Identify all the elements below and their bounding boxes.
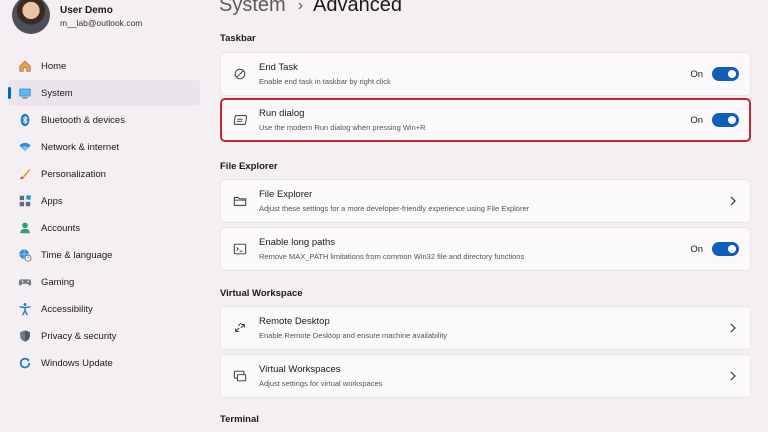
sidebar-item-gaming[interactable]: Gaming [8, 269, 200, 295]
setting-title: Enable long paths [259, 237, 336, 248]
sidebar-item-label: Windows Update [41, 357, 113, 369]
setting-card-file-explorer[interactable]: File Explorer Adjust these settings for … [220, 179, 751, 223]
setting-card-remote-desktop[interactable]: Remote Desktop Enable Remote Desktop and… [220, 306, 751, 350]
sidebar-item-label: Accounts [41, 222, 81, 234]
sidebar-item-apps[interactable]: Apps [8, 188, 200, 214]
setting-title: End Task [259, 62, 298, 73]
page-title: Advanced [313, 0, 402, 16]
sidebar-item-time-language[interactable]: Time & language [8, 242, 200, 268]
remote-desktop-icon [233, 321, 247, 335]
avatar[interactable] [12, 0, 50, 34]
brush-icon [18, 167, 32, 181]
sidebar-item-home[interactable]: Home [8, 53, 200, 79]
sidebar-item-system[interactable]: System [8, 80, 200, 106]
sidebar-item-accessibility[interactable]: Accessibility [8, 296, 200, 322]
toggle-state-label: On [690, 244, 703, 255]
section-title-virtual-workspace: Virtual Workspace [220, 288, 303, 299]
setting-card-virtual-workspaces[interactable]: Virtual Workspaces Adjust settings for v… [220, 354, 751, 398]
setting-card-end-task[interactable]: End Task Enable end task in taskbar by r… [220, 52, 751, 96]
sidebar-item-label: Privacy & security [41, 330, 117, 342]
setting-title: Remote Desktop [259, 316, 330, 327]
section-title-terminal: Terminal [220, 414, 259, 425]
sidebar-item-label: Gaming [41, 276, 75, 288]
profile-name: User Demo [60, 5, 113, 16]
setting-description: Adjust settings for virtual workspaces [259, 379, 383, 388]
chevron-right-icon [730, 323, 736, 333]
setting-card-run-dialog[interactable]: Run dialog Use the modern Run dialog whe… [220, 98, 751, 142]
setting-card-long-paths[interactable]: Enable long paths Remove MAX_PATH limita… [220, 227, 751, 271]
sidebar-item-label: Apps [41, 195, 63, 207]
home-icon [18, 59, 32, 73]
globe-clock-icon [18, 248, 32, 262]
chevron-right-icon [730, 196, 736, 206]
section-title-file-explorer: File Explorer [220, 161, 278, 172]
setting-description: Use the modern Run dialog when pressing … [259, 123, 426, 132]
nav-list: Home System Bluetooth & devices Network … [8, 53, 200, 377]
breadcrumb-separator: › [297, 0, 304, 14]
toggle-state-label: On [690, 69, 703, 80]
profile-email: m__lab@outlook.com [60, 18, 143, 28]
end-task-toggle[interactable] [712, 67, 739, 81]
setting-description: Adjust these settings for a more develop… [259, 204, 530, 213]
apps-icon [18, 194, 32, 208]
sidebar-item-personalization[interactable]: Personalization [8, 161, 200, 187]
sidebar-item-network[interactable]: Network & internet [8, 134, 200, 160]
sidebar-item-label: Personalization [41, 168, 106, 180]
sidebar-item-label: Accessibility [41, 303, 93, 315]
section-title-taskbar: Taskbar [220, 33, 256, 44]
sidebar-item-accounts[interactable]: Accounts [8, 215, 200, 241]
run-dialog-icon [233, 113, 247, 127]
toggle-state-label: On [690, 115, 703, 126]
breadcrumb-system[interactable]: System [219, 0, 286, 17]
accounts-icon [18, 221, 32, 235]
sidebar: User Demo m__lab@outlook.com Home System… [0, 0, 205, 432]
virtual-workspaces-icon [233, 369, 247, 383]
sidebar-item-bluetooth[interactable]: Bluetooth & devices [8, 107, 200, 133]
sidebar-item-privacy[interactable]: Privacy & security [8, 323, 200, 349]
sidebar-item-label: System [41, 87, 73, 99]
bluetooth-icon [18, 113, 32, 127]
accessibility-icon [18, 302, 32, 316]
system-icon [18, 86, 32, 100]
shield-icon [18, 329, 32, 343]
long-paths-toggle[interactable] [712, 242, 739, 256]
setting-title: Run dialog [259, 108, 305, 119]
update-icon [18, 356, 32, 370]
setting-title: Virtual Workspaces [259, 364, 341, 375]
end-task-icon [233, 67, 247, 81]
long-paths-icon [233, 242, 247, 256]
sidebar-item-label: Bluetooth & devices [41, 114, 125, 126]
setting-description: Enable end task in taskbar by right clic… [259, 77, 391, 86]
gaming-icon [18, 275, 32, 289]
sidebar-item-label: Time & language [41, 249, 113, 261]
run-dialog-toggle[interactable] [712, 113, 739, 127]
sidebar-item-windows-update[interactable]: Windows Update [8, 350, 200, 376]
setting-description: Enable Remote Desktop and ensure machine… [259, 331, 448, 340]
wifi-icon [18, 140, 32, 154]
setting-title: File Explorer [259, 189, 313, 200]
sidebar-item-label: Home [41, 60, 67, 72]
sidebar-item-label: Network & internet [41, 141, 120, 153]
breadcrumb: System › Advanced [219, 0, 402, 17]
folder-icon [233, 194, 247, 208]
chevron-right-icon [730, 371, 736, 381]
setting-description: Remove MAX_PATH limitations from common … [259, 252, 525, 261]
